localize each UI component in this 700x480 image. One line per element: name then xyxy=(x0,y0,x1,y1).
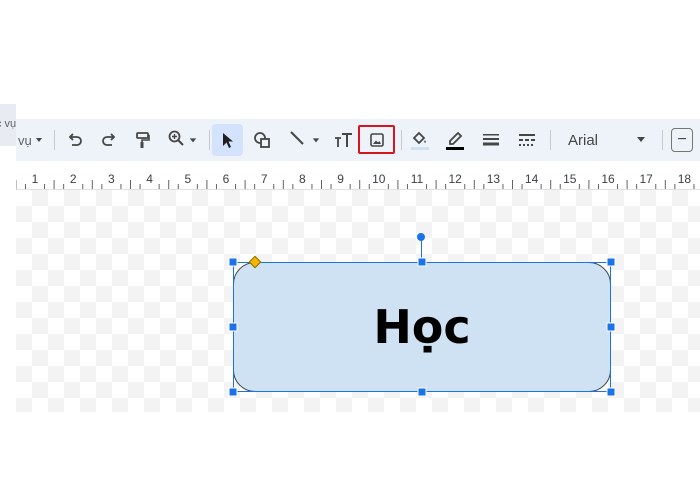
resize-handle-top-right[interactable] xyxy=(606,257,616,267)
undo-button[interactable] xyxy=(60,124,90,156)
mode-dropdown[interactable]: vụ xyxy=(18,124,44,156)
toolbar-divider xyxy=(209,130,210,150)
resize-handle-bottom[interactable] xyxy=(417,387,427,397)
border-weight-icon xyxy=(482,132,500,148)
shape-icon xyxy=(253,131,271,149)
insert-image-icon xyxy=(369,132,385,148)
ruler-number: 7 xyxy=(260,172,268,186)
fill-color-icon xyxy=(409,129,431,151)
toolbar-divider xyxy=(662,130,663,150)
rounded-rectangle-shape[interactable]: Học xyxy=(233,262,611,392)
resize-handle-bottom-right[interactable] xyxy=(606,387,616,397)
resize-handle-bottom-left[interactable] xyxy=(228,387,238,397)
paint-format-button[interactable] xyxy=(127,124,157,156)
ruler-number: 13 xyxy=(486,172,501,186)
font-size-decrease-button[interactable]: − xyxy=(671,124,700,156)
border-weight-button[interactable] xyxy=(476,124,506,156)
partial-tab-label: c vụ xyxy=(0,118,16,130)
redo-icon xyxy=(100,131,118,149)
resize-handle-left[interactable] xyxy=(228,322,238,332)
partial-tab[interactable]: c vụ xyxy=(0,104,16,146)
border-color-button[interactable] xyxy=(440,124,470,156)
line-dropdown-icon xyxy=(312,131,320,149)
dropdown-arrow-icon xyxy=(34,133,44,148)
select-icon xyxy=(220,131,236,149)
ruler-number: 16 xyxy=(601,172,615,186)
select-button[interactable] xyxy=(212,124,243,156)
zoom-button[interactable] xyxy=(162,124,202,156)
fill-color-button[interactable] xyxy=(405,124,435,156)
resize-handle-right[interactable] xyxy=(606,322,616,332)
zoom-icon xyxy=(167,129,185,152)
text-box-icon xyxy=(334,131,354,149)
ruler-number: 8 xyxy=(299,172,306,186)
line-button[interactable] xyxy=(282,124,326,156)
ruler-number: 2 xyxy=(69,172,77,186)
mode-label: vụ xyxy=(18,132,32,148)
ruler-number: 18 xyxy=(677,172,692,186)
border-color-icon xyxy=(444,129,466,151)
font-dropdown-icon xyxy=(636,131,646,149)
border-dash-icon xyxy=(518,132,536,148)
ruler-number: 11 xyxy=(410,172,424,186)
insert-image-button[interactable] xyxy=(362,124,392,156)
ruler-ticks xyxy=(16,180,695,189)
ruler-number: 17 xyxy=(639,172,653,186)
ruler-number: 1 xyxy=(31,172,39,186)
toolbar-divider xyxy=(550,130,551,150)
ruler-number: 9 xyxy=(337,172,344,186)
resize-handle-top[interactable] xyxy=(417,257,427,267)
rotation-handle[interactable] xyxy=(417,233,425,241)
ruler-number: 5 xyxy=(184,172,192,186)
ruler-number: 4 xyxy=(146,172,153,186)
resize-handle-top-left[interactable] xyxy=(228,257,238,267)
ruler-number: 15 xyxy=(563,172,577,186)
ruler-number: 6 xyxy=(222,172,230,186)
ruler-number: 12 xyxy=(448,172,462,186)
horizontal-ruler: 1 2 3 4 5 6 7 8 9 10 11 12 13 14 15 16 17 18 xyxy=(16,161,700,190)
ruler-number: 14 xyxy=(524,172,539,186)
ruler-number: 10 xyxy=(372,172,386,186)
paint-format-icon xyxy=(133,131,151,149)
minus-icon: − xyxy=(671,128,693,152)
line-icon xyxy=(288,129,306,152)
zoom-dropdown-icon xyxy=(189,131,197,149)
font-family-label: Arial xyxy=(568,131,599,149)
shape-text[interactable]: Học xyxy=(373,300,470,354)
ruler-number: 3 xyxy=(108,172,115,186)
font-family-select[interactable]: Arial xyxy=(564,124,650,156)
undo-icon xyxy=(66,131,84,149)
toolbar-divider xyxy=(401,130,402,150)
redo-button[interactable] xyxy=(94,124,124,156)
shape-button[interactable] xyxy=(247,124,277,156)
toolbar: vụ Arial − xyxy=(16,119,700,161)
text-box-button[interactable] xyxy=(329,124,359,156)
toolbar-divider xyxy=(54,130,55,150)
border-dash-button[interactable] xyxy=(512,124,542,156)
